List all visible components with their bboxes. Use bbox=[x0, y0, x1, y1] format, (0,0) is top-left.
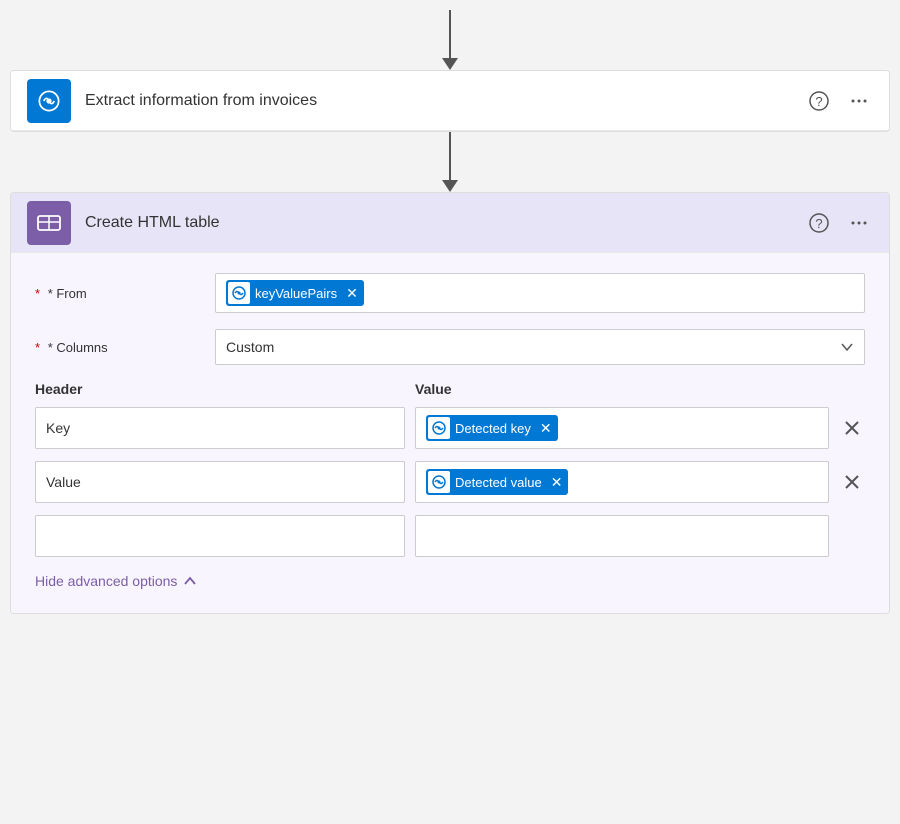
extract-invoices-card: Extract information from invoices ? bbox=[10, 70, 890, 132]
close-icon bbox=[843, 419, 861, 437]
create-html-table-help-button[interactable]: ? bbox=[805, 209, 833, 237]
detected-key-label: Detected key bbox=[455, 421, 531, 436]
close-icon bbox=[843, 473, 861, 491]
hide-advanced-button[interactable]: Hide advanced options bbox=[35, 573, 197, 589]
svg-text:?: ? bbox=[815, 216, 822, 231]
detected-value-token: Detected value ✕ bbox=[426, 469, 568, 495]
value-header-input[interactable]: Value bbox=[35, 461, 405, 503]
create-html-table-body: * * From keyValuePairs ✕ bbox=[11, 253, 889, 613]
detected-key-value-input[interactable]: Detected key ✕ bbox=[415, 407, 829, 449]
token-label: keyValuePairs bbox=[255, 286, 337, 301]
create-html-table-icon bbox=[27, 201, 71, 245]
from-input[interactable]: keyValuePairs ✕ bbox=[215, 273, 865, 313]
detected-key-remove-button[interactable]: ✕ bbox=[536, 421, 552, 435]
hide-advanced-label: Hide advanced options bbox=[35, 573, 177, 589]
token-remove-button[interactable]: ✕ bbox=[342, 286, 358, 300]
empty-value-input[interactable] bbox=[415, 515, 829, 557]
detected-key-token: Detected key ✕ bbox=[426, 415, 558, 441]
chevron-up-icon bbox=[183, 574, 197, 588]
detected-value-icon bbox=[428, 471, 450, 493]
extract-invoices-header: Extract information from invoices ? bbox=[11, 71, 889, 131]
token-icon bbox=[228, 282, 250, 304]
chevron-down-icon bbox=[840, 340, 854, 354]
extract-invoices-help-button[interactable]: ? bbox=[805, 87, 833, 115]
key-value-pairs-token: keyValuePairs ✕ bbox=[226, 280, 364, 306]
columns-row: * * Columns Custom bbox=[35, 329, 865, 365]
table-row: Key Detected key bbox=[35, 407, 865, 449]
table-row: Value Detected value bbox=[35, 461, 865, 503]
arrow-connector-2 bbox=[442, 132, 458, 192]
header-column-label: Header bbox=[35, 381, 415, 397]
key-row-remove-button[interactable] bbox=[839, 415, 865, 441]
from-label: * * From bbox=[35, 286, 215, 301]
detected-value-label: Detected value bbox=[455, 475, 542, 490]
value-column-label: Value bbox=[415, 381, 865, 397]
extract-invoices-title: Extract information from invoices bbox=[85, 92, 805, 110]
detected-value-value-input[interactable]: Detected value ✕ bbox=[415, 461, 829, 503]
empty-header-input[interactable] bbox=[35, 515, 405, 557]
create-html-table-card: Create HTML table ? bbox=[10, 192, 890, 614]
columns-select[interactable]: Custom bbox=[215, 329, 865, 365]
table-row bbox=[35, 515, 865, 557]
detected-value-remove-button[interactable]: ✕ bbox=[547, 475, 563, 489]
create-html-table-title: Create HTML table bbox=[85, 214, 805, 232]
from-row: * * From keyValuePairs ✕ bbox=[35, 273, 865, 313]
detected-key-icon bbox=[428, 417, 450, 439]
extract-invoices-icon bbox=[27, 79, 71, 123]
columns-section: Header Value Key bbox=[35, 381, 865, 557]
create-html-table-header: Create HTML table ? bbox=[11, 193, 889, 253]
extract-invoices-actions: ? bbox=[805, 87, 873, 115]
value-row-remove-button[interactable] bbox=[839, 469, 865, 495]
columns-label: * * Columns bbox=[35, 340, 215, 355]
columns-value: Custom bbox=[226, 339, 274, 355]
create-html-table-actions: ? bbox=[805, 209, 873, 237]
columns-header: Header Value bbox=[35, 381, 865, 397]
svg-text:?: ? bbox=[815, 94, 822, 109]
key-header-input[interactable]: Key bbox=[35, 407, 405, 449]
create-html-table-more-button[interactable] bbox=[845, 209, 873, 237]
extract-invoices-more-button[interactable] bbox=[845, 87, 873, 115]
arrow-connector-1 bbox=[442, 10, 458, 70]
